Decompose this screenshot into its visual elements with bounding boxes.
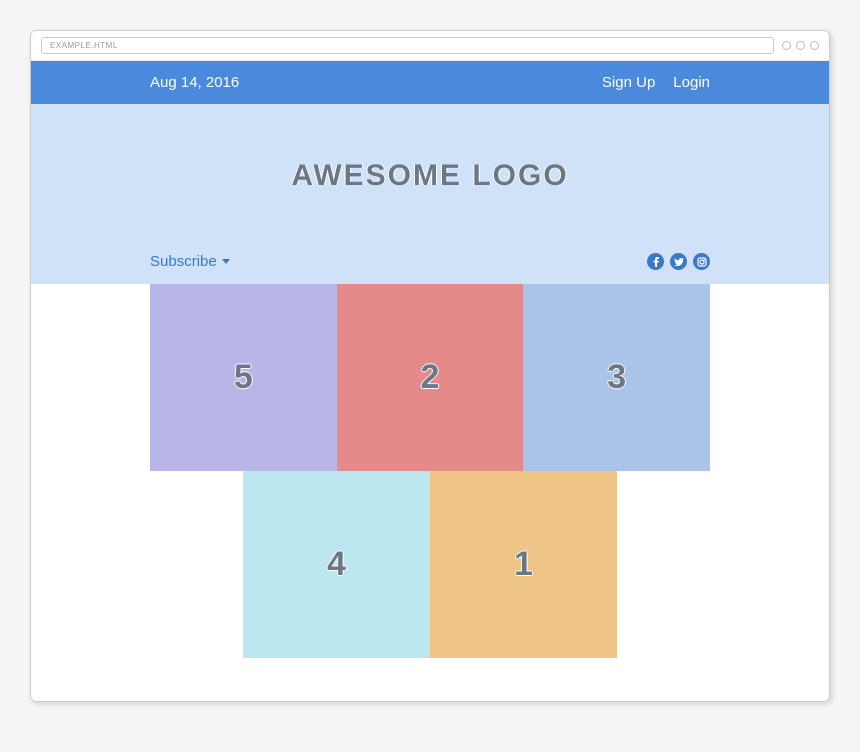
hero: AWESOME LOGO Subscribe [31, 104, 829, 284]
signup-link[interactable]: Sign Up [602, 74, 655, 91]
caret-down-icon [222, 259, 230, 264]
window-dot-2[interactable] [796, 41, 805, 50]
tile-grid: 5 2 3 4 1 [150, 284, 710, 658]
social-icons [647, 253, 710, 270]
logo: AWESOME LOGO [150, 159, 710, 193]
tile-1[interactable]: 1 [430, 471, 617, 658]
browser-chrome: EXAMPLE.HTML [31, 31, 829, 61]
instagram-icon[interactable] [693, 253, 710, 270]
address-bar[interactable]: EXAMPLE.HTML [41, 37, 774, 54]
topbar-links: Sign Up Login [602, 74, 710, 91]
tile-row-2: 4 1 [150, 471, 710, 658]
topbar-date: Aug 14, 2016 [150, 74, 239, 91]
facebook-icon[interactable] [647, 253, 664, 270]
subscribe-label: Subscribe [150, 253, 217, 270]
topbar: Aug 14, 2016 Sign Up Login [31, 61, 829, 104]
window-dot-1[interactable] [782, 41, 791, 50]
window-controls [782, 41, 819, 50]
window-dot-3[interactable] [810, 41, 819, 50]
twitter-icon[interactable] [670, 253, 687, 270]
tile-4[interactable]: 4 [243, 471, 430, 658]
viewport: Aug 14, 2016 Sign Up Login AWESOME LOGO … [31, 61, 829, 701]
subscribe-dropdown[interactable]: Subscribe [150, 253, 230, 270]
login-link[interactable]: Login [673, 74, 710, 91]
browser-window: EXAMPLE.HTML Aug 14, 2016 Sign Up Login … [30, 30, 830, 702]
tile-2[interactable]: 2 [337, 284, 524, 471]
tile-3[interactable]: 3 [523, 284, 710, 471]
tile-5[interactable]: 5 [150, 284, 337, 471]
tile-row-1: 5 2 3 [150, 284, 710, 471]
